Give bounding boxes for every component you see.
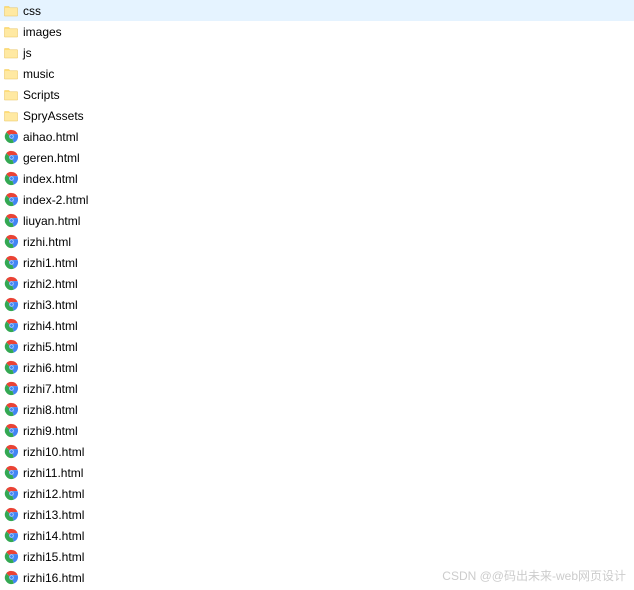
file-item[interactable]: rizhi2.html (0, 273, 634, 294)
folder-icon (3, 24, 19, 40)
file-name-label: Scripts (23, 88, 60, 102)
file-name-label: rizhi15.html (23, 550, 84, 564)
file-name-label: css (23, 4, 41, 18)
file-name-label: rizhi8.html (23, 403, 78, 417)
file-item[interactable]: Scripts (0, 84, 634, 105)
file-name-label: rizhi13.html (23, 508, 84, 522)
file-item[interactable]: index.html (0, 168, 634, 189)
file-item[interactable]: rizhi16.html (0, 567, 634, 588)
file-item[interactable]: rizhi10.html (0, 441, 634, 462)
chrome-icon (3, 318, 19, 334)
file-item[interactable]: js (0, 42, 634, 63)
chrome-icon (3, 276, 19, 292)
chrome-icon (3, 192, 19, 208)
file-item[interactable]: rizhi7.html (0, 378, 634, 399)
file-name-label: rizhi12.html (23, 487, 84, 501)
chrome-icon (3, 339, 19, 355)
chrome-icon (3, 444, 19, 460)
file-name-label: liuyan.html (23, 214, 80, 228)
file-name-label: SpryAssets (23, 109, 84, 123)
file-name-label: index.html (23, 172, 78, 186)
folder-icon (3, 66, 19, 82)
chrome-icon (3, 507, 19, 523)
file-name-label: rizhi4.html (23, 319, 78, 333)
file-item[interactable]: rizhi8.html (0, 399, 634, 420)
file-item[interactable]: rizhi1.html (0, 252, 634, 273)
file-list: css images js music Scripts SpryAssets aihao.h… (0, 0, 634, 588)
file-name-label: rizhi3.html (23, 298, 78, 312)
file-name-label: js (23, 46, 32, 60)
chrome-icon (3, 381, 19, 397)
file-name-label: rizhi6.html (23, 361, 78, 375)
chrome-icon (3, 213, 19, 229)
file-name-label: aihao.html (23, 130, 78, 144)
file-item[interactable]: rizhi3.html (0, 294, 634, 315)
file-item[interactable]: aihao.html (0, 126, 634, 147)
file-item[interactable]: liuyan.html (0, 210, 634, 231)
file-name-label: geren.html (23, 151, 80, 165)
file-item[interactable]: geren.html (0, 147, 634, 168)
chrome-icon (3, 402, 19, 418)
file-name-label: rizhi10.html (23, 445, 84, 459)
chrome-icon (3, 129, 19, 145)
chrome-icon (3, 234, 19, 250)
file-name-label: rizhi1.html (23, 256, 78, 270)
chrome-icon (3, 150, 19, 166)
file-item[interactable]: index-2.html (0, 189, 634, 210)
chrome-icon (3, 423, 19, 439)
file-name-label: index-2.html (23, 193, 88, 207)
file-item[interactable]: rizhi5.html (0, 336, 634, 357)
chrome-icon (3, 486, 19, 502)
chrome-icon (3, 255, 19, 271)
file-name-label: rizhi11.html (23, 466, 83, 480)
file-item[interactable]: css (0, 0, 634, 21)
file-item[interactable]: images (0, 21, 634, 42)
folder-icon (3, 45, 19, 61)
file-name-label: rizhi2.html (23, 277, 78, 291)
chrome-icon (3, 360, 19, 376)
file-item[interactable]: rizhi15.html (0, 546, 634, 567)
folder-icon (3, 87, 19, 103)
file-name-label: rizhi9.html (23, 424, 78, 438)
chrome-icon (3, 297, 19, 313)
file-name-label: rizhi14.html (23, 529, 84, 543)
file-name-label: rizhi16.html (23, 571, 84, 585)
chrome-icon (3, 549, 19, 565)
file-name-label: images (23, 25, 62, 39)
file-item[interactable]: music (0, 63, 634, 84)
file-item[interactable]: rizhi14.html (0, 525, 634, 546)
chrome-icon (3, 465, 19, 481)
folder-icon (3, 108, 19, 124)
file-name-label: rizhi.html (23, 235, 71, 249)
file-item[interactable]: rizhi12.html (0, 483, 634, 504)
file-item[interactable]: rizhi4.html (0, 315, 634, 336)
chrome-icon (3, 171, 19, 187)
file-item[interactable]: SpryAssets (0, 105, 634, 126)
chrome-icon (3, 570, 19, 586)
file-name-label: rizhi5.html (23, 340, 78, 354)
file-item[interactable]: rizhi9.html (0, 420, 634, 441)
file-item[interactable]: rizhi11.html (0, 462, 634, 483)
file-item[interactable]: rizhi.html (0, 231, 634, 252)
file-item[interactable]: rizhi13.html (0, 504, 634, 525)
chrome-icon (3, 528, 19, 544)
file-name-label: music (23, 67, 54, 81)
file-item[interactable]: rizhi6.html (0, 357, 634, 378)
folder-icon (3, 3, 19, 19)
file-name-label: rizhi7.html (23, 382, 78, 396)
